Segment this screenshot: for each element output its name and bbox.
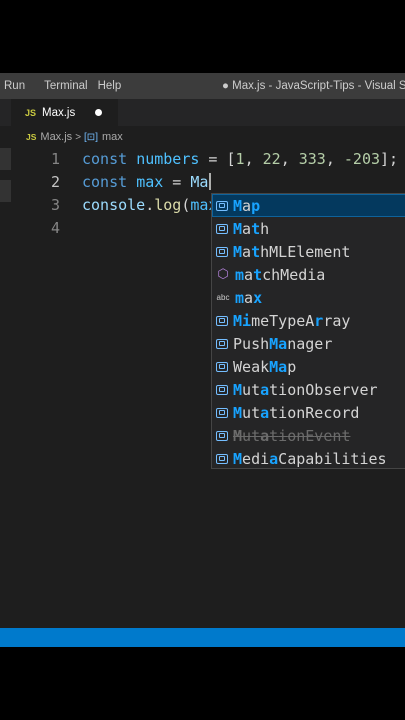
line-number: 1 xyxy=(50,150,60,168)
text-cursor xyxy=(209,173,212,190)
variable-icon xyxy=(216,453,228,464)
menu-terminal[interactable]: Terminal xyxy=(39,80,92,92)
suggestion-label: PushManager xyxy=(233,334,333,353)
variable-icon xyxy=(216,315,228,326)
tab-label: Max.js xyxy=(42,106,76,119)
tab-max-js[interactable]: JS Max.js xyxy=(11,99,118,126)
suggestion-label: WeakMap xyxy=(233,357,297,376)
variable-icon xyxy=(216,223,228,234)
video-letterbox-bottom xyxy=(0,647,405,720)
breadcrumb: JS Max.js > [⊡] max xyxy=(0,126,405,148)
unsaved-changes-dot-icon[interactable] xyxy=(95,109,102,116)
suggestion-item[interactable]: PushManager xyxy=(212,332,405,355)
line-number: 2 xyxy=(50,173,60,191)
suggestion-label: MutationEvent xyxy=(233,426,351,445)
window-title: ● Max.js - JavaScript-Tips - Visual Stud… xyxy=(222,80,405,92)
breadcrumb-file[interactable]: Max.js xyxy=(40,131,72,143)
autocomplete-suggest-widget: Map Math MathMLElement ⬡ matchMedia abc max Mim… xyxy=(211,193,405,469)
code-line[interactable]: 2 const max = Ma xyxy=(0,171,405,193)
text-icon: abc xyxy=(216,293,230,302)
suggestion-label: MathMLElement xyxy=(233,242,351,261)
suggestion-label: MediaCapabilities xyxy=(233,449,387,468)
line-number: 3 xyxy=(50,196,60,214)
variable-icon xyxy=(216,338,228,349)
suggestion-item[interactable]: MutationEvent xyxy=(212,424,405,447)
suggestion-label: Map xyxy=(233,196,261,215)
suggestion-label: MutationObserver xyxy=(233,380,378,399)
suggestion-item[interactable]: MutationRecord xyxy=(212,401,405,424)
suggestion-item[interactable]: MutationObserver xyxy=(212,378,405,401)
line-code: const max = Ma xyxy=(82,173,212,191)
suggestion-label: max xyxy=(235,288,263,307)
chevron-right-icon: > xyxy=(75,131,82,143)
line-code: const numbers = [1, 22, 333, -203]; xyxy=(82,150,399,168)
variable-icon: [⊡] xyxy=(84,131,98,143)
vscode-window: Run Terminal Help ● Max.js - JavaScript-… xyxy=(0,73,405,647)
line-number: 4 xyxy=(50,219,60,237)
menu-run[interactable]: Run xyxy=(0,80,39,92)
suggestion-item[interactable]: ⬡ matchMedia xyxy=(212,263,405,286)
suggestion-item[interactable]: MathMLElement xyxy=(212,240,405,263)
variable-icon xyxy=(216,246,228,257)
status-bar xyxy=(0,628,405,647)
tab-strip: JS Max.js xyxy=(0,99,405,126)
variable-icon xyxy=(216,200,228,211)
suggestion-label: MimeTypeArray xyxy=(233,311,351,330)
video-letterbox-top xyxy=(0,0,405,73)
variable-icon xyxy=(216,361,228,372)
suggestion-label: matchMedia xyxy=(235,265,326,284)
suggestion-label: MutationRecord xyxy=(233,403,360,422)
breadcrumb-symbol[interactable]: max xyxy=(102,131,123,143)
variable-icon xyxy=(216,384,228,395)
suggestion-item[interactable]: Math xyxy=(212,217,405,240)
method-icon: ⬡ xyxy=(217,267,229,282)
variable-icon xyxy=(216,407,228,418)
suggestion-item[interactable]: MediaCapabilities xyxy=(212,447,405,468)
javascript-file-icon: JS xyxy=(26,132,37,142)
javascript-file-icon: JS xyxy=(25,107,37,118)
suggestion-item[interactable]: abc max xyxy=(212,286,405,309)
suggestion-item[interactable]: Map xyxy=(212,194,405,217)
suggestion-item[interactable]: WeakMap xyxy=(212,355,405,378)
menu-help[interactable]: Help xyxy=(93,80,127,92)
title-bar: Run Terminal Help ● Max.js - JavaScript-… xyxy=(0,73,405,99)
code-line[interactable]: 1 const numbers = [1, 22, 333, -203]; xyxy=(0,148,405,170)
suggestion-item[interactable]: MimeTypeArray xyxy=(212,309,405,332)
variable-icon xyxy=(216,430,228,441)
suggestion-label: Math xyxy=(233,219,270,238)
